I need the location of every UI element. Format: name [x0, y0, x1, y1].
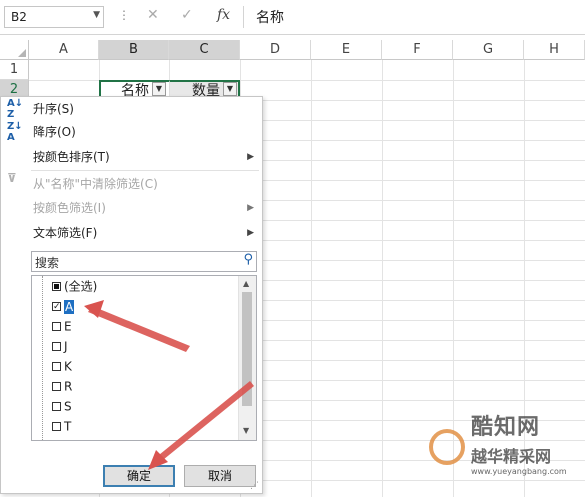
watermark-logo-icon: [429, 429, 465, 465]
watermark: 酷知网 越华精采网 www.yueyangbang.com: [427, 407, 577, 487]
arrow-to-ok-button: [154, 381, 254, 464]
watermark-brand: 酷知网: [471, 415, 541, 440]
arrow-to-item-a: [88, 306, 190, 352]
watermark-sub: 越华精采网: [471, 447, 552, 466]
watermark-url: www.yueyangbang.com: [471, 467, 567, 476]
